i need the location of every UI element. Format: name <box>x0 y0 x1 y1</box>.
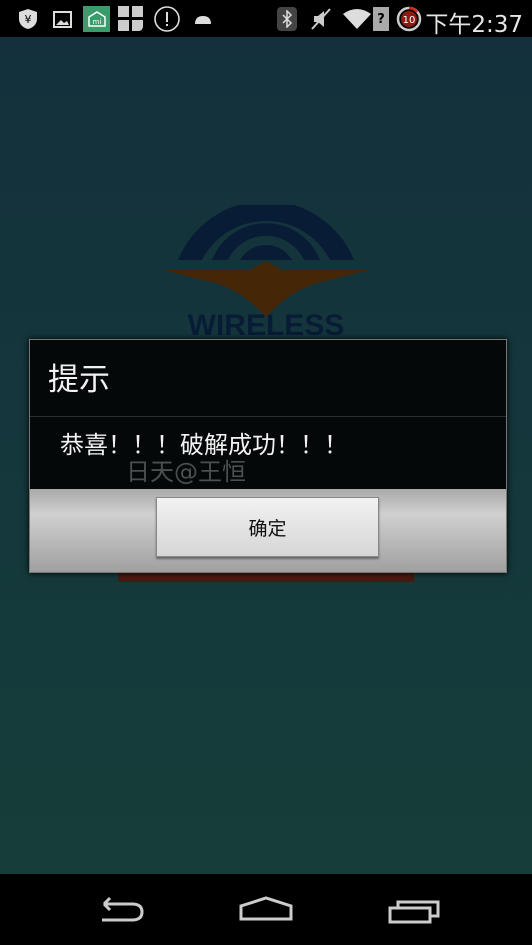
recents-button[interactable] <box>386 892 446 928</box>
wifi-icon <box>342 7 372 31</box>
navigation-bar <box>0 874 532 945</box>
dialog-button-bar: 确定 <box>30 489 506 572</box>
apps-grid-icon <box>118 6 144 31</box>
alert-dialog: 提示 恭喜！！！破解成功！！！ 确定 <box>29 339 507 573</box>
android-icon <box>193 7 213 31</box>
mute-icon <box>309 7 333 31</box>
gallery-icon <box>52 7 72 31</box>
bluetooth-icon <box>277 7 297 31</box>
home-icon <box>239 896 293 921</box>
svg-text:¥: ¥ <box>25 13 32 26</box>
dialog-message: 恭喜！！！破解成功！！！ <box>60 431 348 459</box>
back-icon <box>102 896 144 922</box>
mi-store-icon: mi <box>83 6 110 32</box>
username-field-text: 日天@王恒 <box>126 458 246 486</box>
dialog-title: 提示 <box>30 340 506 417</box>
back-button[interactable] <box>90 892 150 928</box>
recents-icon <box>388 900 440 924</box>
battery-level: 10 <box>403 15 416 26</box>
ok-button[interactable]: 确定 <box>156 497 379 557</box>
no-sim-icon: ? <box>373 7 389 31</box>
status-bar: ¥ mi ? 10 下午2:37 <box>0 0 532 38</box>
battery-icon: 10 <box>396 6 422 32</box>
alert-icon <box>154 6 180 32</box>
home-button[interactable] <box>236 892 296 928</box>
security-shield-icon: ¥ <box>17 7 39 31</box>
clock: 下午2:37 <box>425 12 523 38</box>
svg-text:mi: mi <box>92 18 101 26</box>
